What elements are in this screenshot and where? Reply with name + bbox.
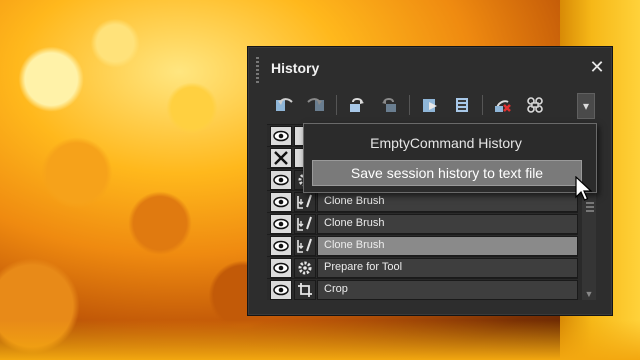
copy-history-icon [350,98,364,112]
visibility-toggle[interactable] [270,236,292,256]
command-button[interactable] [523,94,547,116]
gear-icon [298,261,312,275]
disabled-x-icon [274,151,288,165]
eye-icon [273,240,289,252]
chevron-down-icon: ▾ [582,99,590,113]
visibility-toggle[interactable] [270,170,292,190]
record-icon [456,98,468,112]
paste-history-button[interactable] [377,94,401,116]
redo-icon [307,98,324,111]
toolbar-separator [482,95,483,115]
menu-item-save-session-history[interactable]: Save session history to text file [312,160,582,186]
scrollbar-thumb[interactable] [586,202,594,214]
history-step-label: Prepare for Tool [317,258,578,278]
chevron-down-icon[interactable]: ▼ [583,290,595,299]
state-kind [294,236,316,256]
paste-history-icon [382,98,396,112]
eye-icon [273,262,289,274]
list-item[interactable]: Clone Brush [267,212,578,234]
undo-icon [276,98,293,111]
history-step-label: Clone Brush [317,236,578,256]
delete-history-icon [495,100,511,112]
command-icon [527,97,543,113]
toolbar-separator [336,95,337,115]
play-button[interactable] [418,94,442,116]
eye-icon [273,196,289,208]
delete-history-button[interactable] [491,94,515,116]
history-panel: History ✕ ▾ Clone Brush Clone Brush Clon… [247,46,613,316]
eye-icon [273,130,289,142]
state-kind [294,258,316,278]
record-button[interactable] [450,94,474,116]
history-toolbar: ▾ [272,92,596,119]
menu-item-empty-command-history[interactable]: EmptyCommand History [312,130,580,156]
toolbar-separator [409,95,410,115]
panel-title: History [271,60,320,76]
eye-icon [273,284,289,296]
history-step-label: Clone Brush [317,214,578,234]
mouse-cursor-icon [575,176,593,201]
crop-icon [298,283,312,297]
background-petals-bottom [0,320,640,360]
redo-button[interactable] [304,94,328,116]
state-kind [294,280,316,300]
clone-brush-icon [297,216,312,231]
state-kind [294,192,316,212]
close-button[interactable]: ✕ [588,58,606,76]
undo-button[interactable] [272,94,296,116]
eye-icon [273,218,289,230]
panel-grip-handle[interactable] [256,57,259,83]
visibility-toggle[interactable] [270,214,292,234]
history-menu-button[interactable]: ▾ [577,93,595,119]
list-item[interactable]: Crop [267,278,578,300]
history-step-label: Crop [317,280,578,300]
list-item[interactable]: Prepare for Tool [267,256,578,278]
list-item[interactable]: Clone Brush [267,190,578,212]
eye-icon [273,174,289,186]
visibility-toggle[interactable] [270,148,292,168]
list-item-selected[interactable]: Clone Brush [267,234,578,256]
visibility-toggle[interactable] [270,280,292,300]
play-icon [423,99,437,112]
clone-brush-icon [297,194,312,209]
visibility-toggle[interactable] [270,126,292,146]
history-step-label: Clone Brush [317,192,578,212]
visibility-toggle[interactable] [270,192,292,212]
clone-brush-icon [297,238,312,253]
visibility-toggle[interactable] [270,258,292,278]
state-kind [294,214,316,234]
history-dropdown-menu: EmptyCommand History Save session histor… [303,123,597,193]
copy-history-button[interactable] [345,94,369,116]
